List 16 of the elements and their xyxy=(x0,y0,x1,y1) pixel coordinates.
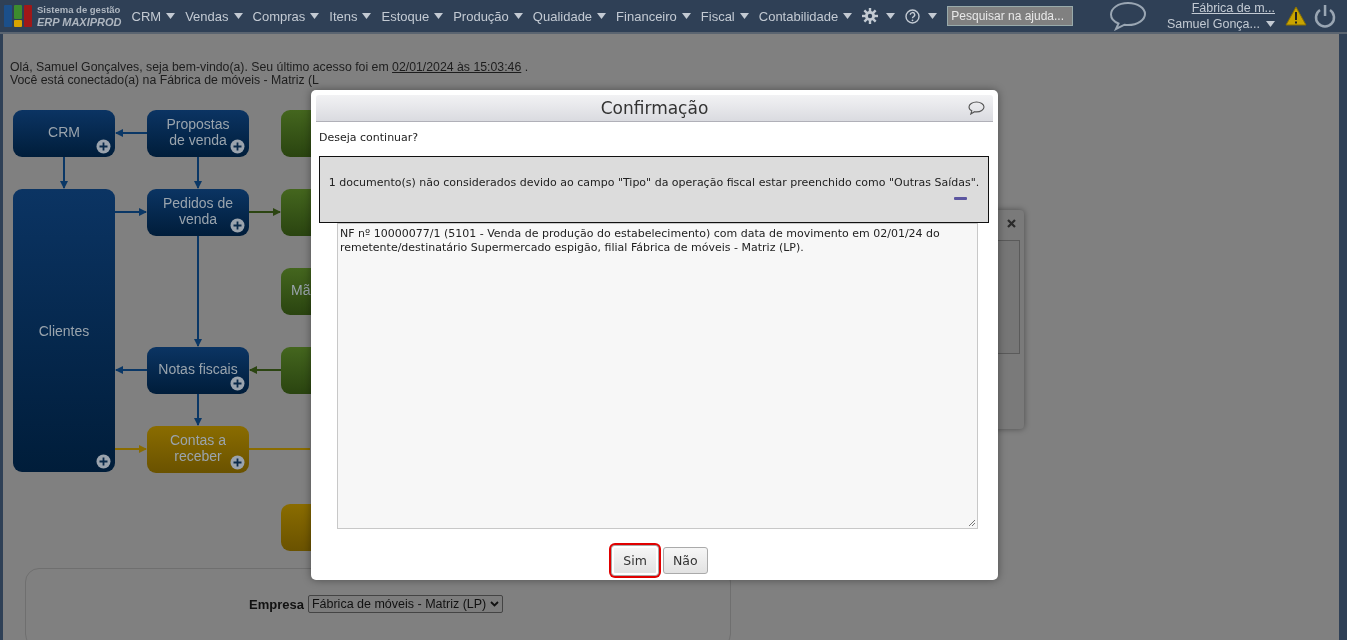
node-label: Pedidos de venda xyxy=(161,194,235,227)
connection-text: Você está conectado(a) na Fábrica de móveis - Matriz (L xyxy=(10,74,320,87)
notice-text: 1 documento(s) não considerados devido ao campo "Tipo" da operação fiscal estar preenchido como "Outras Saídas". xyxy=(328,176,980,189)
question-text: Deseja continuar? xyxy=(319,131,420,144)
node-label: Propostas de venda xyxy=(165,115,231,148)
field-label: Empresa xyxy=(249,596,304,612)
node-label: Contas a receber xyxy=(168,431,227,464)
details-text: NF nº 10000077/1 (5101 - Venda de produção do estabelecimento) com data de movimento em 02/01/24 do remetente/destinatário Supermercado espigão, filial Fábrica de móveis - Matriz (LP). xyxy=(340,227,940,254)
dialog-title: Confirmação xyxy=(600,98,709,118)
brand-name: ERP MAXIPROD xyxy=(37,16,122,28)
brand-tagline: Sistema de gestão xyxy=(37,4,122,16)
node-label: Notas fiscais xyxy=(158,360,238,377)
node-label: Clientes xyxy=(38,322,90,339)
node-label: Mã xyxy=(291,281,311,298)
node-label: CRM xyxy=(48,123,80,140)
welcome-text: Olá, Samuel Gonçalves, seja bem-vindo(a). Seu último acesso foi em 02/01/2024 às 15:03:46 . xyxy=(10,61,530,74)
